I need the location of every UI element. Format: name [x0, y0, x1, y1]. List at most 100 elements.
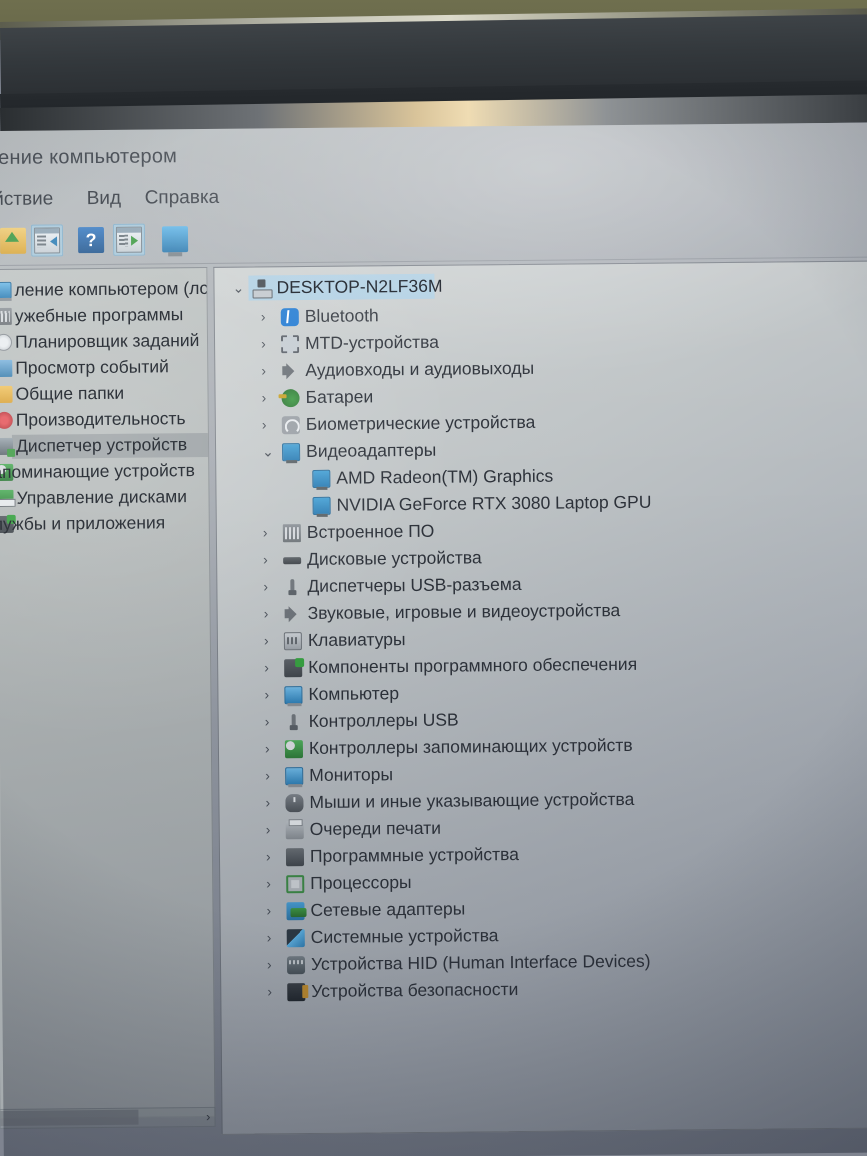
- sidebar-item-computer-management[interactable]: ление компьютером (лс: [0, 276, 208, 304]
- sidebar-item-label: Общие папки: [15, 382, 125, 404]
- sidebar-item-label: лужбы и приложения: [0, 512, 166, 535]
- tree-item-label: Биометрические устройства: [305, 411, 536, 435]
- sidebar-item-device-manager[interactable]: Диспетчер устройств: [0, 432, 209, 460]
- tree-item-label: Дисковые устройства: [307, 547, 482, 570]
- tree-item-root[interactable]: ⌄ DESKTOP-N2LF36M: [214, 270, 867, 302]
- toolbar: ?: [0, 212, 867, 266]
- arrow-right-icon: [131, 235, 139, 246]
- tree-item-label: Системные устройства: [310, 925, 499, 947]
- chevron-right-icon[interactable]: ›: [263, 578, 275, 594]
- system-device-icon: [286, 929, 305, 948]
- tree-item-label: Сетевые адаптеры: [310, 898, 466, 920]
- sidebar-item-performance[interactable]: Производительность: [0, 406, 208, 434]
- sidebar-item-system-tools[interactable]: ужебные программы: [0, 302, 207, 330]
- tree-item-label: Устройства HID (Human Interface Devices): [310, 950, 651, 974]
- chevron-right-icon[interactable]: ›: [262, 416, 274, 432]
- chevron-right-icon[interactable]: ›: [261, 362, 273, 378]
- sidebar-item-label: Просмотр событий: [15, 356, 170, 378]
- sidebar-item-label: Производительность: [15, 408, 186, 430]
- chevron-right-icon[interactable]: ›: [266, 902, 278, 918]
- chevron-right-icon[interactable]: ›: [264, 632, 276, 648]
- battery-icon: [281, 389, 300, 408]
- usb-connector-icon: [283, 578, 301, 596]
- speaker-icon: [284, 605, 302, 623]
- chevron-down-icon[interactable]: ⌄: [262, 443, 274, 459]
- chevron-right-icon[interactable]: ›: [266, 848, 278, 864]
- tree-item-label: Программные устройства: [309, 843, 520, 866]
- show-hide-action-pane-button[interactable]: [112, 223, 146, 256]
- sidebar-item-label: Планировщик заданий: [14, 330, 200, 352]
- help-button[interactable]: ?: [75, 224, 107, 256]
- sidebar-item-disk-management[interactable]: Управление дисками: [0, 484, 209, 512]
- show-hide-action-pane-icon: [115, 226, 143, 253]
- display-adapter-icon: [312, 469, 331, 488]
- display-adapter-icon: [282, 443, 301, 462]
- chevron-right-icon[interactable]: ›: [263, 524, 275, 540]
- scrollbar-thumb[interactable]: [0, 1109, 139, 1126]
- folder-icon: [0, 385, 13, 403]
- sidebar-item-task-scheduler[interactable]: Планировщик заданий: [0, 328, 207, 356]
- performance-icon: [0, 411, 13, 429]
- computer-monitor-button[interactable]: [159, 223, 191, 255]
- sidebar-item-label: Управление дисками: [16, 486, 188, 508]
- chevron-right-icon[interactable]: ›: [267, 983, 279, 999]
- printer-icon: [285, 821, 304, 840]
- console-tree-hscrollbar[interactable]: ›: [0, 1106, 216, 1129]
- sidebar-item-label: Диспетчер устройств: [15, 434, 188, 456]
- sidebar-item-storage[interactable]: апоминающие устройств: [0, 458, 208, 486]
- hid-device-icon: [286, 956, 306, 975]
- menu-view[interactable]: Вид: [87, 188, 122, 210]
- chevron-down-icon[interactable]: ⌄: [232, 280, 244, 296]
- tree-item-label: Мыши и иные указывающие устройства: [309, 788, 635, 813]
- device-manager-tree-pane[interactable]: ⌄ DESKTOP-N2LF36M › Bluetooth › MTD-устр…: [213, 260, 867, 1135]
- back-folder-button[interactable]: [0, 225, 29, 257]
- chevron-right-icon[interactable]: ›: [263, 551, 275, 567]
- chevron-right-icon[interactable]: ›: [265, 767, 277, 783]
- chevron-right-icon[interactable]: ›: [265, 713, 277, 729]
- device-manager-icon: [0, 437, 14, 455]
- show-hide-console-tree-icon: [33, 227, 61, 254]
- tree-item-label: DESKTOP-N2LF36M: [276, 275, 443, 298]
- tree-item-label: Компоненты программного обеспечения: [308, 653, 638, 678]
- display-adapter-icon: [312, 496, 331, 515]
- chevron-right-icon[interactable]: ›: [265, 740, 277, 756]
- chevron-right-icon[interactable]: ›: [261, 389, 274, 405]
- chevron-right-icon[interactable]: ›: [267, 956, 279, 972]
- tree-item-label: NVIDIA GeForce RTX 3080 Laptop GPU: [336, 491, 652, 515]
- chevron-right-icon[interactable]: ›: [261, 308, 273, 324]
- mouse-icon: [285, 794, 304, 813]
- sidebar-item-shared-folders[interactable]: Общие папки: [0, 380, 208, 408]
- sidebar-item-services-and-applications[interactable]: лужбы и приложения: [0, 510, 209, 538]
- disk-management-icon: [0, 489, 14, 507]
- show-hide-console-tree-button[interactable]: [30, 224, 64, 257]
- menu-help[interactable]: Справка: [145, 187, 220, 210]
- chevron-right-icon[interactable]: ›: [266, 875, 278, 891]
- chevron-right-icon[interactable]: ›: [261, 335, 273, 351]
- tree-item-label: Звуковые, игровые и видеоустройства: [307, 600, 621, 624]
- scroll-right-icon[interactable]: ›: [206, 1109, 210, 1124]
- software-component-icon: [284, 659, 303, 678]
- network-adapter-icon: [286, 902, 305, 921]
- title-bar: ление компьютером: [0, 131, 867, 179]
- sidebar-item-label: апоминающие устройств: [0, 460, 196, 483]
- sidebar-item-event-viewer[interactable]: Просмотр событий: [0, 354, 207, 382]
- chevron-right-icon[interactable]: ›: [264, 686, 276, 702]
- tree-item-label: Компьютер: [308, 683, 400, 705]
- arrow-left-icon: [50, 236, 58, 247]
- console-tree-pane[interactable]: ление компьютером (лс ужебные программы …: [0, 266, 216, 1119]
- disk-drive-icon: [283, 551, 301, 569]
- menu-bar: ействие Вид Справка: [0, 175, 867, 219]
- computer-icon: [284, 686, 303, 705]
- help-icon: ?: [77, 226, 105, 254]
- chevron-right-icon[interactable]: ›: [267, 929, 279, 945]
- firmware-icon: [282, 524, 301, 543]
- security-device-icon: [287, 983, 306, 1002]
- back-folder-icon: [0, 227, 27, 254]
- speaker-icon: [281, 362, 299, 380]
- chevron-right-icon[interactable]: ›: [264, 659, 276, 675]
- chevron-right-icon[interactable]: ›: [265, 794, 277, 810]
- tree-item-security-devices[interactable]: › Устройства безопасности: [221, 974, 867, 1006]
- chevron-right-icon[interactable]: ›: [266, 821, 278, 837]
- menu-action[interactable]: ействие: [0, 188, 53, 211]
- chevron-right-icon[interactable]: ›: [264, 605, 276, 621]
